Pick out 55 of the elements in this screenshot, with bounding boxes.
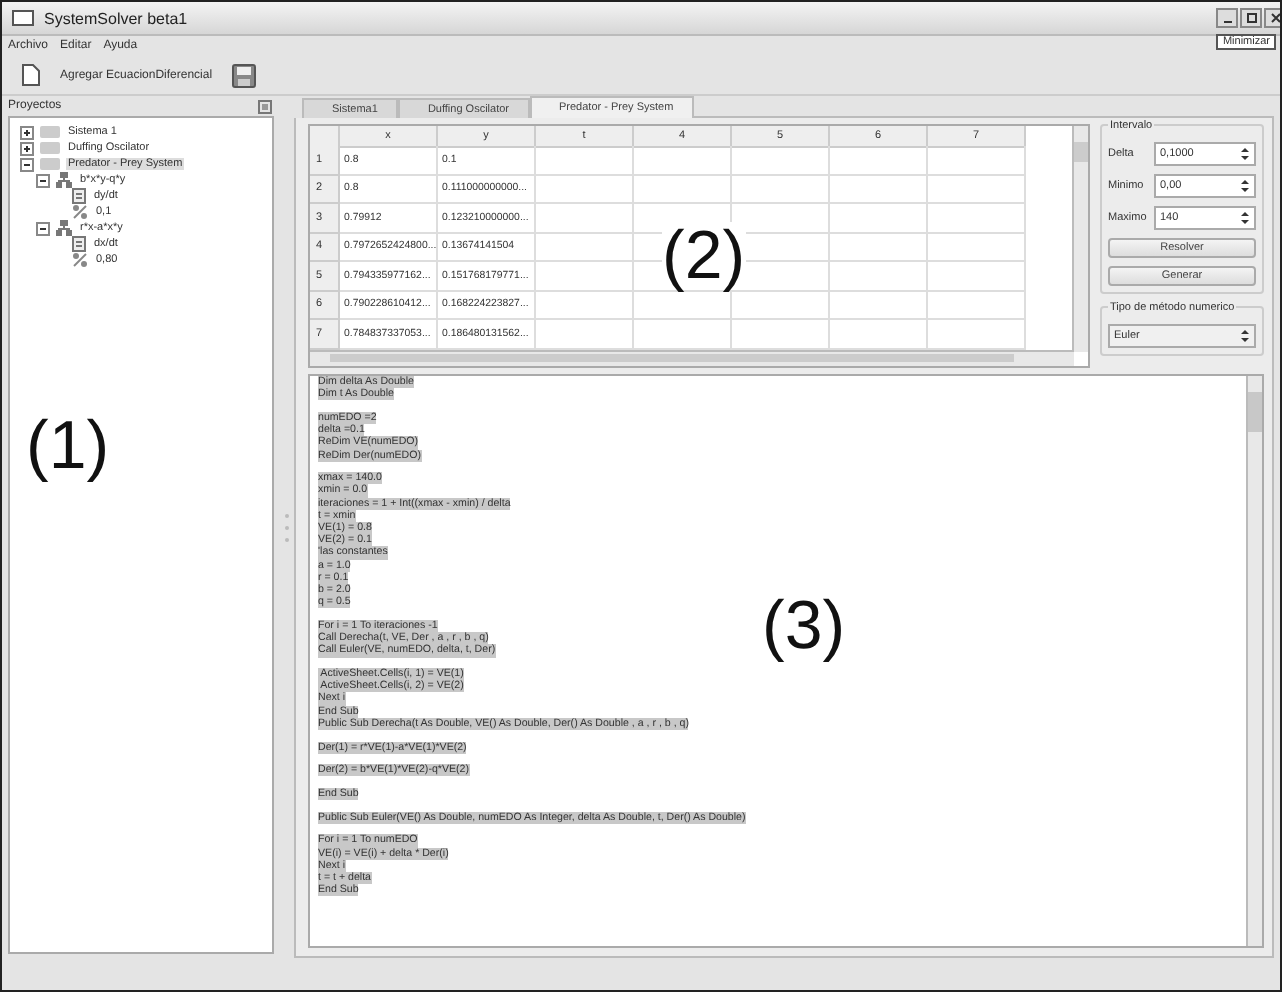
undock-button[interactable] (258, 99, 272, 113)
horizontal-scrollbar[interactable] (310, 350, 1074, 366)
vertical-scrollbar[interactable] (1246, 376, 1262, 946)
empty-cell (732, 146, 830, 175)
document-icon (72, 236, 86, 252)
save-button[interactable] (232, 63, 257, 87)
empty-cell (536, 204, 634, 233)
empty-cell (536, 291, 634, 320)
collapse-icon[interactable] (36, 221, 50, 235)
collapse-icon[interactable] (20, 157, 34, 171)
empty-cell (536, 233, 634, 262)
empty-cell (634, 146, 732, 175)
empty-cell (830, 262, 928, 291)
network-icon (56, 220, 72, 236)
percent-icon (72, 204, 88, 220)
close-button[interactable] (1264, 8, 1280, 28)
minimize-button[interactable] (1216, 8, 1238, 28)
empty-cell (830, 233, 928, 262)
empty-cell (732, 291, 830, 320)
empty-cell (536, 175, 634, 204)
empty-cell (830, 175, 928, 204)
new-document-button[interactable] (22, 64, 40, 86)
empty-cell (830, 146, 928, 175)
empty-cell (830, 291, 928, 320)
window-title: SystemSolver beta1 (44, 9, 188, 27)
annotation-label: (2) (662, 222, 746, 290)
empty-cell (732, 175, 830, 204)
spinner-arrows-icon (1240, 178, 1250, 194)
empty-cell (634, 175, 732, 204)
spinner-arrows-icon (1240, 146, 1250, 162)
vertical-scrollbar[interactable] (1072, 126, 1088, 352)
window-icon (12, 10, 34, 26)
splitter-handle-icon[interactable] (283, 511, 289, 543)
annotation-label: (1) (26, 412, 110, 480)
code-editor[interactable] (308, 374, 1264, 948)
empty-cell (928, 204, 1026, 233)
restore-button[interactable] (1240, 8, 1262, 28)
close-icon (1269, 12, 1280, 24)
empty-cell (830, 204, 928, 233)
empty-cell (536, 146, 634, 175)
expand-icon[interactable] (20, 141, 34, 155)
empty-cell (928, 262, 1026, 291)
document-icon (72, 188, 86, 204)
expand-icon[interactable] (20, 125, 34, 139)
empty-cell (928, 291, 1026, 320)
collapse-icon[interactable] (36, 173, 50, 187)
restore-icon (1245, 12, 1257, 24)
empty-cell (928, 146, 1026, 175)
percent-icon (72, 252, 88, 268)
empty-cell (928, 175, 1026, 204)
empty-cell (928, 233, 1026, 262)
annotation-label: (3) (762, 592, 846, 660)
spinner-arrows-icon (1240, 210, 1250, 226)
dropdown-arrows-icon (1240, 328, 1250, 344)
network-icon (56, 172, 72, 188)
